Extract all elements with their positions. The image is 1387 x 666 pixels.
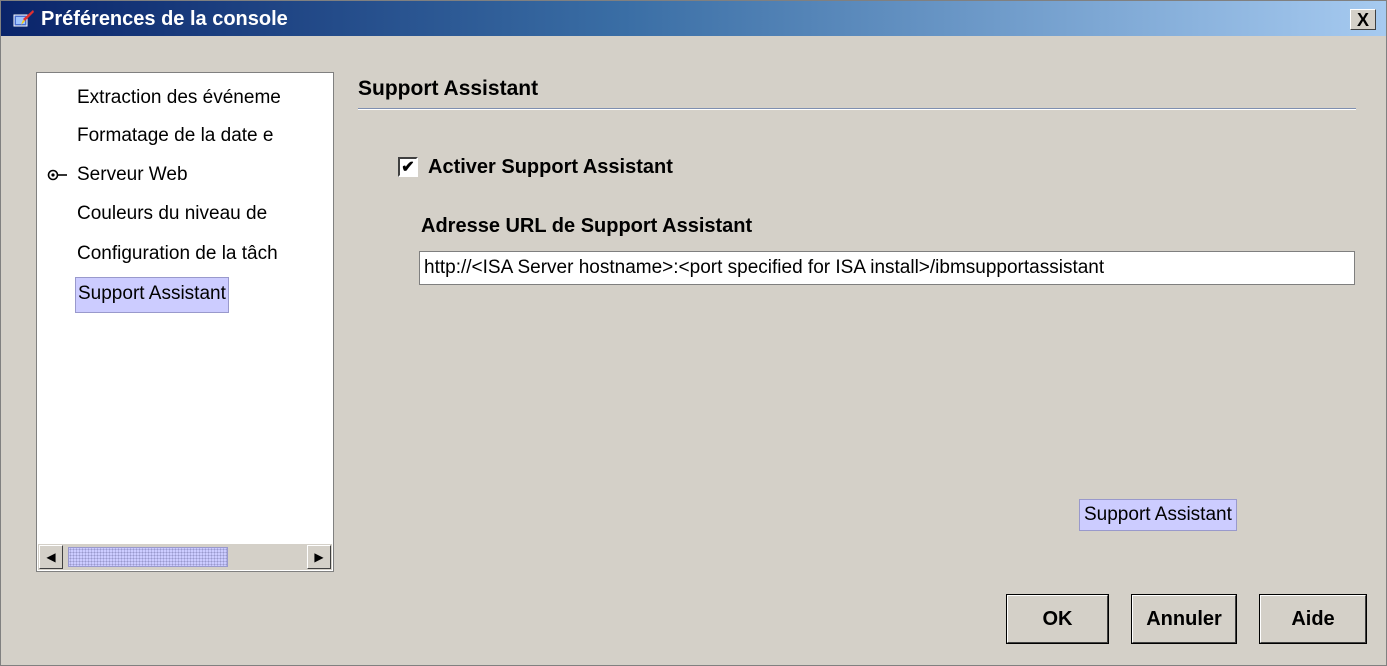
checkmark-icon: ✔ [401,159,415,176]
scroll-right-button[interactable]: ▶ [307,545,331,569]
arrow-left-icon: ◀ [46,550,56,564]
cancel-button[interactable]: Annuler [1131,594,1237,644]
window-title: Préférences de la console [41,8,288,30]
nav-item-label: Serveur Web [77,164,188,185]
ok-button[interactable]: OK [1006,594,1109,644]
arrow-right-icon: ▶ [314,550,324,564]
nav-item-date-format[interactable]: Formatage de la date e [77,119,273,153]
nav-item-label: Configuration de la tâch [77,243,278,264]
nav-item-support-assistant[interactable]: Support Assistant [75,277,229,313]
nav-item-label: Extraction des événeme [77,87,281,108]
nav-item-event-extraction[interactable]: Extraction des événeme [77,81,281,115]
enable-support-assistant-checkbox[interactable]: ✔ [398,157,418,177]
nav-item-label: Formatage de la date e [77,125,274,146]
section-title: Support Assistant [358,77,539,100]
close-icon: X [1356,9,1369,30]
console-app-icon [13,10,34,27]
title-bar[interactable]: Préférences de la console X [1,1,1386,36]
preferences-dialog: Préférences de la console X Extraction d… [0,0,1387,666]
nav-item-label: Support Assistant [78,283,226,304]
section-divider [358,108,1356,110]
nav-item-task-configuration[interactable]: Configuration de la tâch [77,237,278,271]
nav-item-level-colors[interactable]: Couleurs du niveau de [77,197,267,231]
scroll-left-button[interactable]: ◀ [39,545,63,569]
enable-support-assistant-label: Activer Support Assistant [428,155,673,178]
horizontal-scrollbar[interactable]: ◀ ▶ [38,544,332,570]
radio-node-icon [47,169,67,181]
nav-item-label: Couleurs du niveau de [77,203,268,224]
scrollbar-thumb[interactable] [68,547,228,567]
support-assistant-url-input[interactable] [419,251,1355,285]
help-button[interactable]: Aide [1259,594,1367,644]
nav-item-web-server[interactable]: Serveur Web [77,158,188,192]
support-assistant-link[interactable]: Support Assistant [1079,499,1237,531]
url-field-label: Adresse URL de Support Assistant [421,215,753,237]
preferences-nav-tree[interactable]: Extraction des événeme Formatage de la d… [36,72,334,572]
close-button[interactable]: X [1350,9,1376,30]
enable-support-assistant-row[interactable]: ✔ Activer Support Assistant [398,153,673,181]
